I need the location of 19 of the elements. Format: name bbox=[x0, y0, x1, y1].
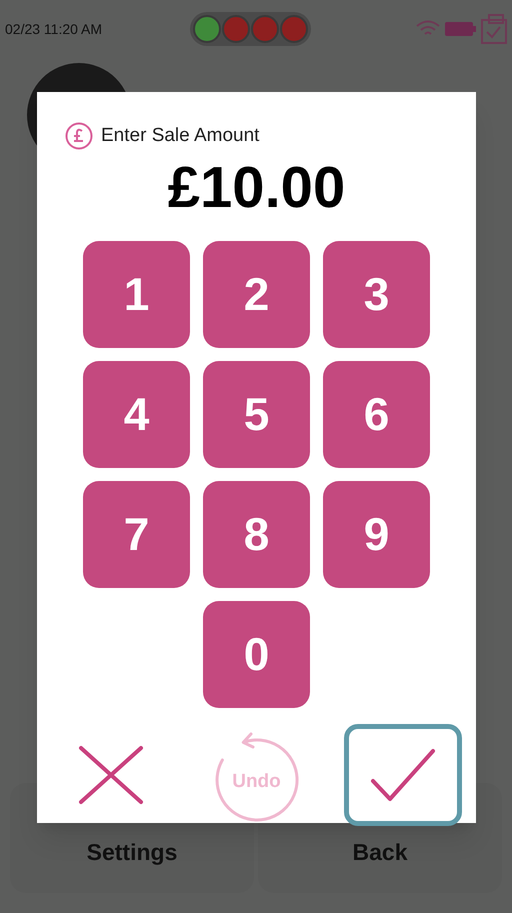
keypad-key[interactable]: 2 bbox=[203, 240, 310, 348]
checkmark-icon bbox=[370, 748, 436, 802]
close-icon bbox=[78, 744, 144, 804]
keypad-key[interactable]: 5 bbox=[203, 360, 310, 468]
amount-display: £10.00 bbox=[168, 158, 346, 216]
keypad-key[interactable]: 9 bbox=[323, 480, 430, 588]
battery-icon bbox=[445, 21, 477, 37]
calendar-check-icon bbox=[481, 14, 507, 44]
keypad-key[interactable]: 8 bbox=[203, 480, 310, 588]
keypad-key[interactable]: 0 bbox=[203, 600, 310, 708]
confirm-button[interactable] bbox=[344, 724, 462, 826]
dialog-title: Enter Sale Amount bbox=[101, 124, 260, 148]
keypad-key[interactable]: 6 bbox=[323, 360, 430, 468]
keypad-key[interactable]: 7 bbox=[83, 480, 190, 588]
keypad-key[interactable]: 3 bbox=[323, 240, 430, 348]
date-time: 02/23 11:20 AM bbox=[5, 20, 104, 38]
keypad-key[interactable]: 1 bbox=[83, 240, 190, 348]
pound-coin-icon bbox=[65, 122, 93, 150]
keypad-key[interactable]: 4 bbox=[83, 360, 190, 468]
